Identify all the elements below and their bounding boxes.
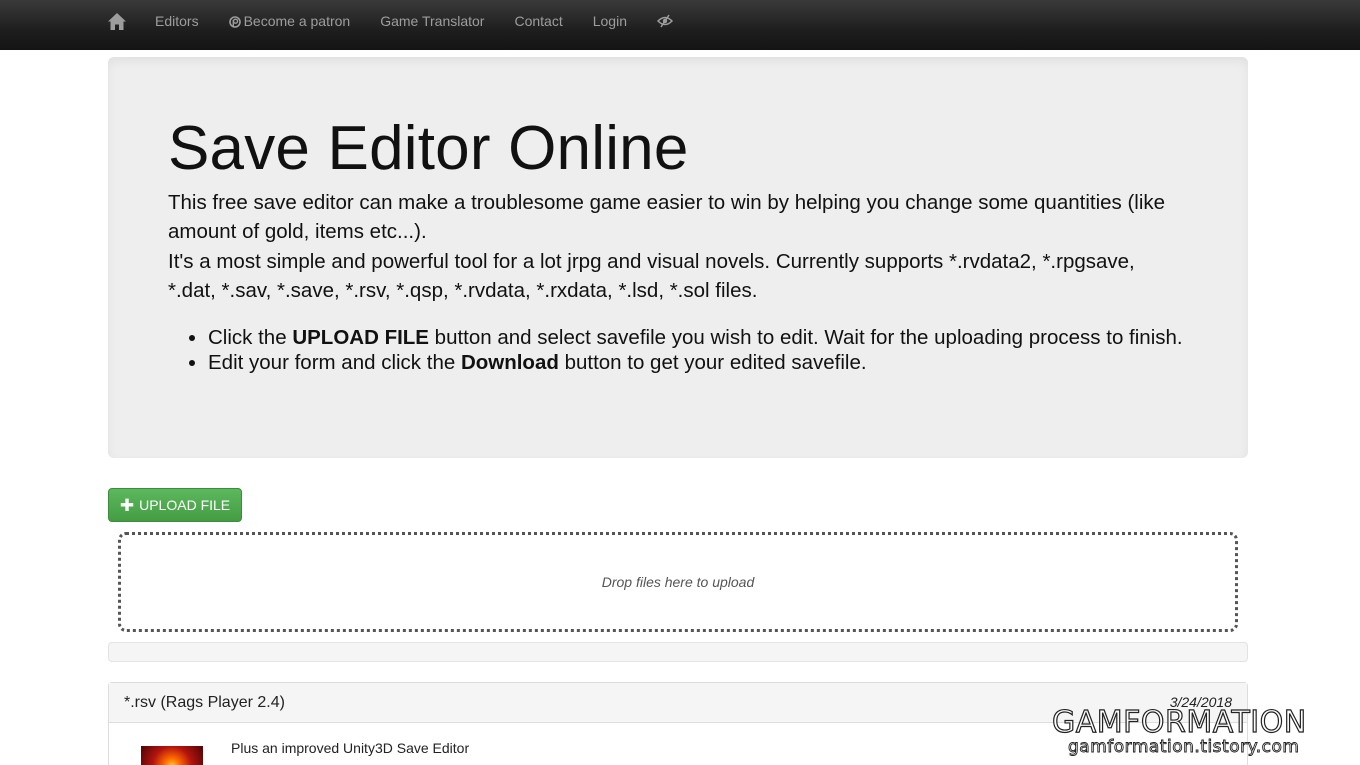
nav-editors-label: Editors <box>155 13 199 29</box>
watermark-sub: gamformation.tistory.com <box>1068 737 1300 758</box>
instruction-step: Edit your form and click the Download bu… <box>208 350 1188 375</box>
news-panel-text: Plus an improved Unity3D Save Editor <box>231 740 469 757</box>
nav-game-translator-label: Game Translator <box>380 13 485 29</box>
file-dropzone[interactable]: Drop files here to upload <box>118 532 1238 632</box>
nav-contact-label: Contact <box>514 13 563 29</box>
home-icon[interactable] <box>107 11 127 31</box>
upload-progress-bar <box>108 642 1248 662</box>
instruction-step-text: Edit your form and click the <box>208 351 461 374</box>
instructions-list: Click the UPLOAD FILE button and select … <box>208 325 1188 375</box>
news-line-1: Plus an improved Unity3D Save Editor <box>231 740 470 756</box>
nav-become-patron-label: Become a patron <box>243 13 351 29</box>
instruction-step-keyword: UPLOAD FILE <box>292 326 429 349</box>
watermark: GAMFORMATION gamformation.tistory.com <box>1051 704 1352 761</box>
instruction-step: Click the UPLOAD FILE button and select … <box>208 325 1188 350</box>
nav-login[interactable]: Login <box>593 13 627 29</box>
upload-file-label: UPLOAD FILE <box>139 497 231 513</box>
page-title: Save Editor Online <box>168 114 689 183</box>
instruction-step-keyword: Download <box>460 351 559 374</box>
nav-contact[interactable]: Contact <box>514 13 562 29</box>
eye-slash-icon[interactable] <box>656 12 675 30</box>
instruction-step-text: Click the <box>208 326 293 349</box>
nav-become-patron[interactable]: Become a patron <box>228 13 351 29</box>
intro-paragraph-1: This free save editor can make a trouble… <box>168 191 1166 243</box>
patreon-icon <box>228 15 241 28</box>
nav-links: Editors Become a patron Game Translator … <box>107 0 675 42</box>
intro-jumbotron: Save Editor Online This free save editor… <box>108 57 1248 458</box>
news-panel-title: *.rsv (Rags Player 2.4) <box>124 694 285 711</box>
upload-file-button[interactable]: ✚ UPLOAD FILE <box>108 488 242 522</box>
news-thumbnail <box>141 746 203 765</box>
intro-paragraph-2: It's a most simple and powerful tool for… <box>168 250 1135 302</box>
watermark-main: GAMFORMATION <box>1051 704 1307 740</box>
nav-login-label: Login <box>592 13 627 29</box>
nav-game-translator[interactable]: Game Translator <box>380 13 484 29</box>
top-navbar: Editors Become a patron Game Translator … <box>0 0 1360 50</box>
plus-icon: ✚ <box>119 495 135 515</box>
instruction-step-text: button to get your edited savefile. <box>558 351 867 374</box>
nav-editors[interactable]: Editors <box>155 13 199 29</box>
dropzone-text: Drop files here to upload <box>601 574 755 590</box>
instruction-step-text: button and select savefile you wish to e… <box>428 326 1183 349</box>
